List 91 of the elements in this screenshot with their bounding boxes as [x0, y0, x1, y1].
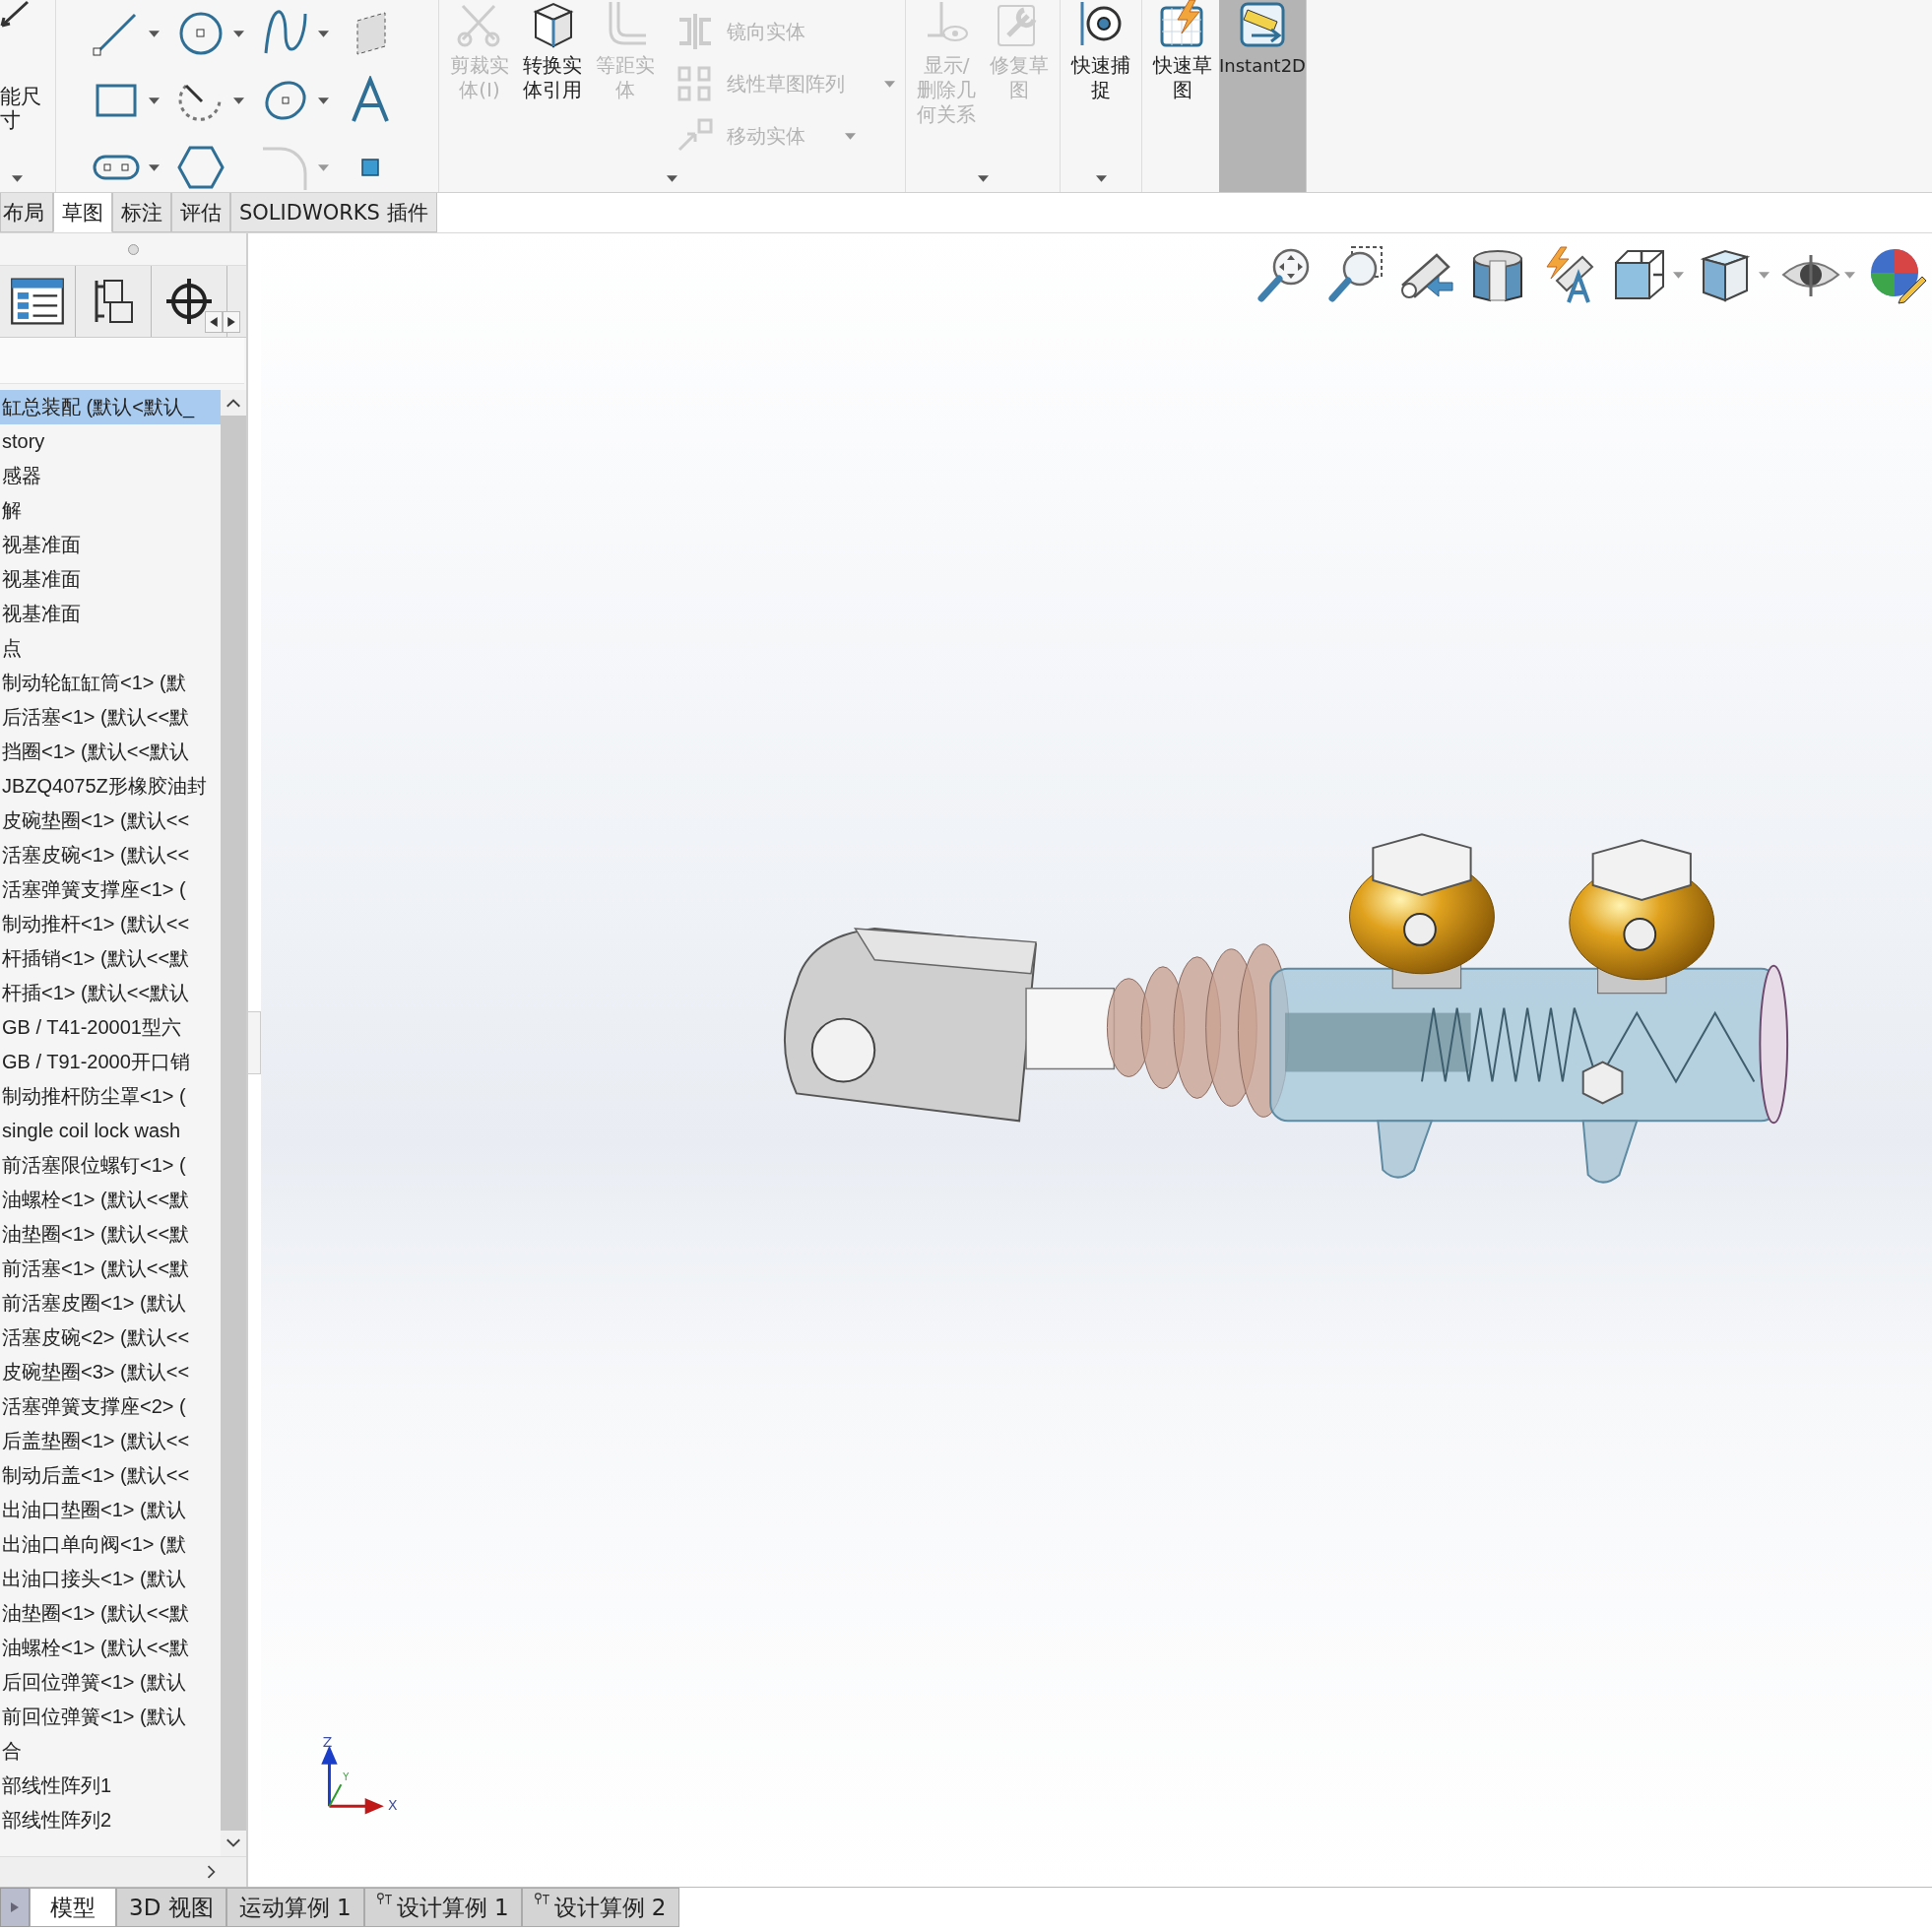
panel-splitter-handle[interactable]	[248, 1011, 261, 1074]
command-tab[interactable]: 布局	[0, 193, 53, 232]
horizontal-scrollbar[interactable]	[0, 1856, 246, 1887]
tree-item[interactable]: 油螺栓<1> (默认<<默	[0, 1183, 221, 1217]
tree-item[interactable]: JBZQ4075Z形橡胶油封	[0, 769, 221, 804]
tree-item[interactable]: 前活塞皮圈<1> (默认	[0, 1286, 221, 1320]
tree-item[interactable]: 视基准面	[0, 562, 221, 597]
bottom-tab[interactable]: 设计算例 2	[521, 1888, 679, 1927]
magnifier-dashed-box-icon[interactable]	[1326, 245, 1385, 304]
bottom-tab[interactable]: 设计算例 1	[363, 1888, 522, 1927]
chevron-down-icon[interactable]	[221, 1831, 246, 1856]
tree-item[interactable]: 杆插<1> (默认<<默认	[0, 976, 221, 1010]
ruler-pad-icon	[1238, 0, 1287, 49]
play-button[interactable]	[0, 1888, 30, 1927]
caret-icon[interactable]	[149, 163, 160, 171]
tree-item[interactable]: 活塞皮碗<1> (默认<<	[0, 838, 221, 872]
caret-icon[interactable]	[233, 97, 244, 104]
bottom-tab[interactable]: 模型	[30, 1888, 116, 1927]
tree-item[interactable]: story	[0, 424, 221, 459]
tree-item[interactable]: 点	[0, 631, 221, 666]
tree-item[interactable]: GB / T41-20001型六	[0, 1010, 221, 1045]
tree-item[interactable]: 活塞弹簧支撑座<2> (	[0, 1389, 221, 1424]
caret-icon[interactable]	[12, 175, 23, 182]
play-icon	[11, 1902, 19, 1912]
tree-item[interactable]: GB / T91-2000开口销	[0, 1045, 221, 1079]
tree-item[interactable]: 制动轮缸缸筒<1> (默	[0, 666, 221, 700]
tree-item[interactable]: 出油口垫圈<1> (默认	[0, 1493, 221, 1527]
bottom-tab[interactable]: 3D 视图	[116, 1888, 226, 1927]
command-tab[interactable]: SOLIDWORKS 插件	[230, 193, 437, 232]
caret-icon[interactable]	[667, 175, 677, 182]
command-tab[interactable]: 评估	[171, 193, 230, 232]
tree-item[interactable]: 视基准面	[0, 597, 221, 631]
axis-triad-icon	[322, 1745, 384, 1814]
tree-item[interactable]: 出油口单向阀<1> (默	[0, 1527, 221, 1562]
tree-item[interactable]: 油垫圈<1> (默认<<默	[0, 1217, 221, 1252]
tree-item[interactable]: 前活塞限位螺钉<1> (	[0, 1148, 221, 1183]
ribbon-command-button[interactable]: 转换实体引用	[516, 0, 589, 175]
tree-item[interactable]: 挡圈<1> (默认<<默认	[0, 735, 221, 769]
scroll-right-button[interactable]	[223, 311, 240, 333]
tree-item[interactable]: 制动后盖<1> (默认<<	[0, 1458, 221, 1493]
tree-item[interactable]: 解	[0, 493, 221, 528]
command-tab[interactable]: 草图	[53, 193, 112, 232]
filter-field[interactable]	[0, 338, 244, 384]
tree-item[interactable]: 后回位弹簧<1> (默认	[0, 1665, 221, 1700]
ribbon-command-button[interactable]: 快速草图	[1146, 0, 1219, 192]
tree-item[interactable]: 后活塞<1> (默认<<默	[0, 700, 221, 735]
tree-item[interactable]: 前回位弹簧<1> (默认	[0, 1700, 221, 1734]
tree-item[interactable]: single coil lock wash	[0, 1114, 221, 1148]
scroll-left-button[interactable]	[205, 311, 223, 333]
caret-icon[interactable]	[318, 30, 329, 37]
tree-item[interactable]: 部线性阵列2	[0, 1803, 221, 1837]
study-icon	[534, 1893, 550, 1904]
bottom-tab[interactable]: 运动算例 1	[225, 1888, 364, 1927]
x-axis-label: X	[388, 1797, 398, 1814]
right-triangle-icon	[227, 317, 235, 327]
tree-item[interactable]: 油螺栓<1> (默认<<默	[0, 1631, 221, 1665]
chevron-up-icon[interactable]	[221, 390, 246, 416]
tree-item[interactable]: 活塞皮碗<2> (默认<<	[0, 1320, 221, 1355]
caret-icon[interactable]	[149, 30, 160, 37]
vertical-scrollbar[interactable]	[221, 390, 246, 1856]
caret-icon[interactable]	[233, 30, 244, 37]
list-icon	[10, 277, 65, 326]
tree-item[interactable]: 前活塞<1> (默认<<默	[0, 1252, 221, 1286]
panel-grip-icon[interactable]	[127, 243, 139, 255]
tree-item[interactable]: 合	[0, 1734, 221, 1769]
tree-item[interactable]: 杆插销<1> (默认<<默	[0, 941, 221, 976]
tree-item[interactable]: 出油口接头<1> (默认	[0, 1562, 221, 1596]
left-triangle-icon	[210, 317, 218, 327]
tree-item[interactable]: 缸总装配 (默认<默认_	[0, 390, 221, 424]
ribbon-command-button[interactable]: Instant2D	[1219, 0, 1306, 192]
tree-item[interactable]: 视基准面	[0, 528, 221, 562]
tree-item[interactable]: 制动推杆<1> (默认<<	[0, 907, 221, 941]
tree-item[interactable]: 部线性阵列1	[0, 1769, 221, 1803]
chevron-right-icon[interactable]	[207, 1865, 217, 1879]
caret-icon[interactable]	[1095, 175, 1107, 182]
smart-dimension-label[interactable]: 能尺寸	[0, 85, 43, 132]
study-icon	[376, 1893, 393, 1904]
ribbon-command-button[interactable]: 快速捕捉	[1064, 0, 1137, 175]
tree-item[interactable]: 油垫圈<1> (默认<<默	[0, 1596, 221, 1631]
tree-item[interactable]: 后盖垫圈<1> (默认<<	[0, 1424, 221, 1458]
tree-item[interactable]: 皮碗垫圈<3> (默认<<	[0, 1355, 221, 1389]
z-axis-label: Z	[322, 1734, 333, 1751]
tree-item[interactable]: 皮碗垫圈<1> (默认<<	[0, 804, 221, 838]
y-axis-label: Y	[343, 1771, 350, 1783]
tree-item[interactable]: 感器	[0, 459, 221, 493]
tree-item[interactable]: 制动推杆防尘罩<1> (	[0, 1079, 221, 1114]
tree-item[interactable]: 活塞弹簧支撑座<1> (	[0, 872, 221, 907]
caret-icon[interactable]	[977, 175, 989, 182]
caret-icon[interactable]	[149, 97, 160, 104]
caret-icon[interactable]	[318, 97, 329, 104]
command-tab[interactable]: 标注	[112, 193, 171, 232]
